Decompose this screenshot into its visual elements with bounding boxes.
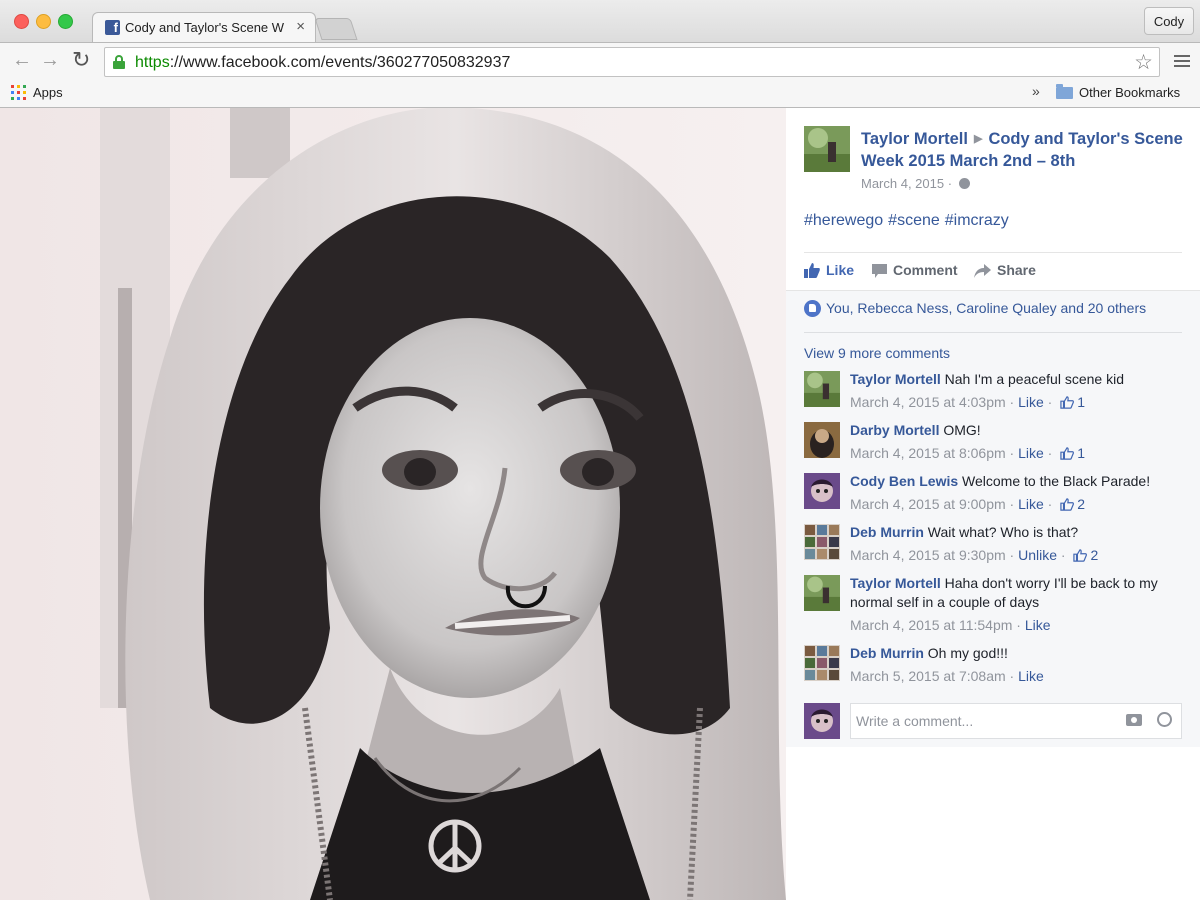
globe-icon: [958, 178, 970, 189]
like-label: Like: [826, 262, 855, 278]
comment-like-count[interactable]: 1: [1077, 394, 1085, 410]
post-author-link[interactable]: Taylor Mortell: [861, 130, 968, 148]
avatar[interactable]: [804, 645, 840, 681]
lock-icon: [113, 55, 125, 69]
like-badge-icon: [804, 300, 821, 317]
avatar[interactable]: [804, 524, 840, 560]
minimize-window-button[interactable]: [36, 14, 51, 29]
comment-time-link[interactable]: March 4, 2015 at 11:54pm: [850, 617, 1012, 633]
author-avatar[interactable]: [804, 126, 850, 172]
share-label: Share: [997, 262, 1036, 278]
comment-like-link[interactable]: Like: [1018, 445, 1044, 461]
post-date-link[interactable]: March 4, 2015: [861, 176, 944, 191]
new-tab-button[interactable]: [314, 18, 358, 40]
thumbs-up-outline-icon: [1060, 498, 1075, 511]
tab-title: Cody and Taylor's Scene W: [125, 20, 285, 35]
apps-bookmark[interactable]: Apps: [33, 85, 63, 100]
comment-like-link[interactable]: Like: [1018, 668, 1044, 684]
other-bookmarks-folder[interactable]: Other Bookmarks: [1079, 85, 1180, 100]
comment-label: Comment: [893, 262, 958, 278]
url-path: ://www.facebook.com/events/3602770508329…: [169, 54, 511, 71]
facebook-favicon-icon: f: [105, 20, 120, 35]
comment-time-link[interactable]: March 5, 2015 at 7:08am: [850, 668, 1006, 684]
comment-like-link[interactable]: Like: [1018, 496, 1044, 512]
thumbs-up-outline-icon: [1073, 549, 1088, 562]
comment-like-link[interactable]: Like: [1025, 617, 1051, 633]
hashtag-link[interactable]: #imcrazy: [945, 212, 1009, 229]
comment-like-count[interactable]: 2: [1090, 547, 1098, 563]
hashtag-link[interactable]: #herewego: [804, 212, 883, 229]
share-button[interactable]: Share: [974, 262, 1036, 278]
avatar[interactable]: [804, 422, 840, 458]
comment-time-link[interactable]: March 4, 2015 at 9:30pm: [850, 547, 1006, 563]
comment-text: Wait what? Who is that?: [927, 524, 1079, 540]
apps-grid-icon[interactable]: [11, 85, 26, 100]
comment-like-link[interactable]: Like: [1018, 394, 1044, 410]
bookmark-star-icon[interactable]: ☆: [1134, 50, 1153, 75]
thumbs-up-outline-icon: [1060, 447, 1075, 460]
post-actions: Like Comment Share: [804, 260, 1182, 286]
comment-author-link[interactable]: Darby Mortell: [850, 422, 939, 438]
likes-summary-text: You, Rebecca Ness, Caroline Qualey and 2…: [826, 300, 1147, 316]
folder-icon: [1056, 84, 1073, 99]
comment-time-link[interactable]: March 4, 2015 at 4:03pm: [850, 394, 1006, 410]
avatar[interactable]: [804, 473, 840, 509]
emoji-smile-icon[interactable]: [1157, 712, 1172, 727]
address-bar[interactable]: https://www.facebook.com/events/36027705…: [104, 47, 1160, 77]
divider: [804, 332, 1182, 333]
comment-like-count[interactable]: 2: [1077, 496, 1085, 512]
tab-close-icon[interactable]: ×: [296, 18, 305, 35]
reload-icon[interactable]: ↻: [72, 47, 90, 73]
more-bookmarks-chevron-icon[interactable]: »: [1032, 83, 1040, 99]
thumbs-up-icon: [804, 263, 820, 278]
comment-text: OMG!: [943, 422, 981, 438]
comment-text: Oh my god!!!: [927, 645, 1008, 661]
post-hashtags: #herewego #scene #imcrazy: [804, 212, 1014, 230]
bookmarks-bar: Apps » Other Bookmarks: [0, 80, 1200, 108]
browser-toolbar: ← → ↻ https://www.facebook.com/events/36…: [0, 42, 1200, 80]
comment-author-link[interactable]: Taylor Mortell: [850, 575, 941, 591]
profile-button[interactable]: Cody: [1144, 7, 1194, 35]
comment-text: Welcome to the Black Parade!: [962, 473, 1151, 489]
thumbs-up-outline-icon: [1060, 396, 1075, 409]
browser-menu-icon[interactable]: [1174, 55, 1190, 70]
camera-icon[interactable]: [1126, 714, 1142, 726]
divider: [804, 252, 1182, 253]
caret-right-icon: ▶: [973, 133, 983, 145]
close-window-button[interactable]: [14, 14, 29, 29]
hashtag-link[interactable]: #scene: [888, 212, 940, 229]
current-user-avatar: [804, 703, 840, 739]
likes-summary[interactable]: You, Rebecca Ness, Caroline Qualey and 2…: [804, 300, 1146, 317]
post-title: Taylor Mortell ▶ Cody and Taylor's Scene W…: [861, 128, 1191, 172]
post-panel: Taylor Mortell ▶ Cody and Taylor's Scene W…: [786, 108, 1200, 900]
zoom-window-button[interactable]: [58, 14, 73, 29]
comment-text: Nah I'm a peaceful scene kid: [944, 371, 1124, 387]
comment-author-link[interactable]: Deb Murrin: [850, 524, 924, 540]
comment-time-link[interactable]: March 4, 2015 at 8:06pm: [850, 445, 1006, 461]
url-text: https://www.facebook.com/events/36027705…: [135, 54, 510, 72]
window-titlebar: f Cody and Taylor's Scene W × Cody: [0, 0, 1200, 42]
comment-author-link[interactable]: Taylor Mortell: [850, 371, 941, 387]
browser-tab-active[interactable]: f Cody and Taylor's Scene W ×: [92, 12, 316, 42]
event-photo[interactable]: [0, 108, 786, 900]
comment-time-link[interactable]: March 4, 2015 at 9:00pm: [850, 496, 1006, 512]
comment-button[interactable]: Comment: [872, 262, 958, 278]
like-button[interactable]: Like: [804, 262, 854, 278]
forward-arrow-icon[interactable]: →: [40, 49, 60, 72]
url-scheme: https: [135, 54, 170, 71]
post-timestamp: March 4, 2015 ·: [861, 176, 970, 191]
comment-author-link[interactable]: Deb Murrin: [850, 645, 924, 661]
comment-composer: Write a comment...: [804, 703, 1184, 741]
avatar[interactable]: [804, 575, 840, 611]
avatar[interactable]: [804, 371, 840, 407]
share-arrow-icon: [974, 264, 991, 278]
comment-like-count[interactable]: 1: [1077, 445, 1085, 461]
comment-bubble-icon: [872, 264, 887, 278]
view-more-comments-link[interactable]: View 9 more comments: [804, 345, 950, 361]
comment-unlike-link[interactable]: Unlike: [1018, 547, 1057, 563]
back-arrow-icon[interactable]: ←: [12, 49, 32, 72]
comment-author-link[interactable]: Cody Ben Lewis: [850, 473, 958, 489]
